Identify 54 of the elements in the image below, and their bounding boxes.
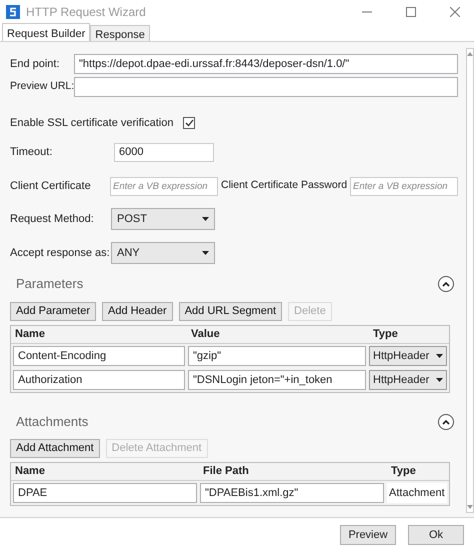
value-field[interactable]: "gzip"	[188, 346, 366, 366]
timeout-field[interactable]: 6000	[114, 142, 214, 162]
maximize-icon[interactable]	[406, 7, 416, 17]
scrollbar[interactable]	[466, 48, 474, 513]
field-label: Client Certificate	[10, 178, 92, 194]
checkbox[interactable]	[183, 117, 196, 129]
tab[interactable]: Request Builder	[2, 23, 90, 41]
toolbar-button[interactable]: Add URL Segment	[178, 302, 282, 321]
dropdown[interactable]: ANY	[111, 242, 215, 264]
dropdown[interactable]: POST	[111, 208, 215, 230]
caret-icon	[436, 354, 443, 358]
collapse-icon[interactable]	[438, 276, 454, 292]
collapse-icon[interactable]	[438, 414, 454, 430]
column-header: Type	[372, 327, 399, 342]
endpoint-field[interactable]: "https://depot.dpae-edi.urssaf.fr:8443/deposer-dsn/1.0/"	[74, 54, 458, 74]
checkbox-label: Enable SSL certificate verification	[10, 116, 174, 131]
column-header: Type	[390, 464, 417, 480]
field-label: End point:	[10, 56, 61, 72]
name-field[interactable]: DPAE	[13, 483, 197, 503]
field-label: Preview URL:	[10, 79, 74, 94]
toolbar-button[interactable]: Add Header	[102, 302, 173, 321]
caret-icon	[202, 251, 209, 255]
name-field[interactable]: Authorization	[13, 370, 185, 390]
close-icon[interactable]	[450, 7, 460, 17]
section-title: Parameters	[16, 275, 84, 294]
client-certificate-field[interactable]: Enter a VB expression	[110, 176, 218, 196]
field-label: Request Method:	[10, 212, 95, 227]
caret-icon	[436, 378, 443, 382]
scroll-up-icon[interactable]	[467, 52, 474, 56]
type-dropdown[interactable]: HttpHeader	[369, 346, 447, 366]
table-cell: Attachment	[387, 483, 447, 503]
file-path-field[interactable]: "DPAEBis1.xml.gz"	[200, 483, 384, 503]
column-header: Name	[14, 464, 46, 480]
column-header: Name	[14, 327, 46, 342]
column-header: Value	[190, 327, 221, 342]
type-dropdown[interactable]: HttpHeader	[369, 370, 447, 390]
section-title: Attachments	[16, 413, 88, 432]
dialog-button[interactable]: Ok	[408, 525, 464, 545]
field-label: Client Certificate Password	[221, 178, 348, 194]
name-field[interactable]: Content-Encoding	[13, 346, 185, 366]
password-field[interactable]: Enter a VB expression	[350, 176, 458, 196]
toolbar-button[interactable]: Add Parameter	[10, 302, 96, 321]
app-logo-icon	[6, 5, 20, 19]
scroll-down-icon[interactable]	[467, 505, 474, 509]
tab[interactable]: Response	[90, 25, 150, 41]
window-title: HTTP Request Wizard	[26, 4, 146, 21]
column-header: File Path	[202, 464, 250, 480]
value-field[interactable]: "DSNLogin jeton="+in_token	[188, 370, 366, 390]
field-label: Timeout:	[10, 144, 54, 160]
toolbar-button[interactable]: Add Attachment	[10, 439, 100, 458]
dialog-button[interactable]: Preview	[340, 525, 396, 545]
field-label: Accept response as:	[10, 246, 111, 261]
preview-url-field[interactable]	[74, 77, 458, 97]
caret-icon	[202, 217, 209, 221]
